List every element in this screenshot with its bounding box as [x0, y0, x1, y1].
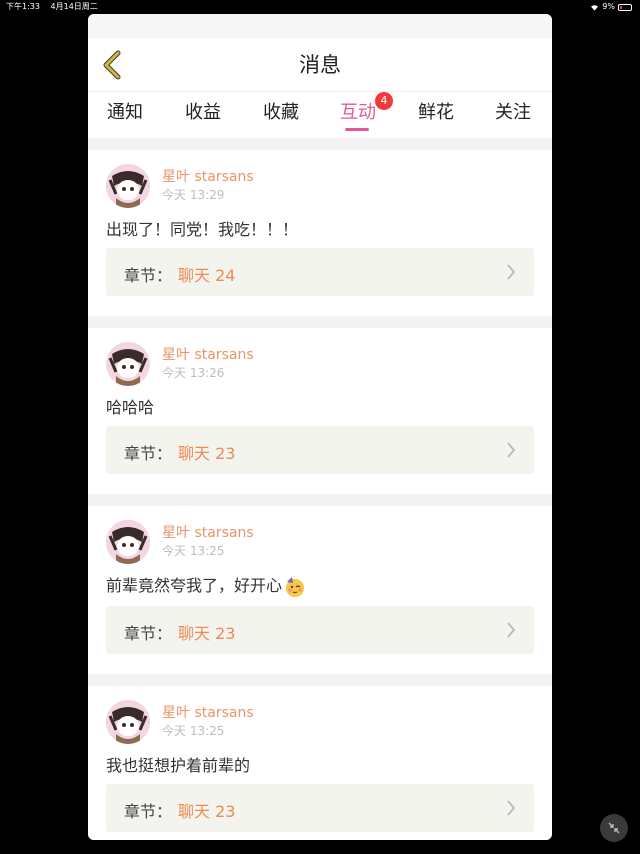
username[interactable]: 星叶 starsans	[162, 344, 254, 364]
tab-interactions[interactable]: 互动	[340, 98, 376, 124]
chapter-label: 章节：	[124, 444, 173, 463]
username[interactable]: 星叶 starsans	[162, 702, 254, 722]
partying-face-emoji-icon	[286, 576, 305, 597]
messages-modal: 消息 通知 收益 收藏 互动 4 鲜花 关注 星叶 starsans 今天 13…	[88, 14, 552, 840]
message-text: 出现了！同党！我吃！！！	[106, 220, 299, 239]
avatar[interactable]	[106, 342, 150, 386]
chapter-link[interactable]: 章节： 聊天 24	[106, 248, 534, 296]
chevron-right-icon	[507, 800, 516, 816]
avatar[interactable]	[106, 520, 150, 564]
message-text: 哈哈哈	[106, 398, 155, 417]
timestamp: 今天 13:25	[162, 724, 225, 738]
username[interactable]: 星叶 starsans	[162, 522, 254, 542]
interactions-badge: 4	[375, 92, 393, 110]
modal-top-gap	[88, 14, 552, 38]
tab-notifications[interactable]: 通知	[107, 98, 143, 124]
status-right: 9%	[590, 0, 632, 14]
status-date: 4月14日周二	[50, 2, 98, 11]
message-card: 星叶 starsans 今天 13:25 我也挺想护着前辈的 章节： 聊天 23	[88, 686, 552, 840]
section-divider	[88, 316, 552, 328]
avatar-image	[106, 342, 150, 386]
tab-bar: 通知 收益 收藏 互动 4 鲜花 关注	[88, 92, 552, 138]
avatar-image	[106, 520, 150, 564]
tab-favorites[interactable]: 收藏	[263, 98, 299, 124]
message-text-row: 前辈竟然夸我了，好开心	[106, 572, 306, 598]
section-divider	[88, 674, 552, 686]
message-card: 星叶 starsans 今天 13:29 出现了！同党！我吃！！！ 章节： 聊天…	[88, 150, 552, 316]
tab-earnings[interactable]: 收益	[185, 98, 221, 124]
tab-following[interactable]: 关注	[495, 98, 531, 124]
avatar[interactable]	[106, 700, 150, 744]
chapter-link[interactable]: 章节： 聊天 23	[106, 426, 534, 474]
collapse-arrows-icon	[608, 822, 620, 834]
chapter-name: 聊天 23	[178, 624, 236, 643]
timestamp: 今天 13:26	[162, 366, 225, 380]
tab-flowers[interactable]: 鲜花	[418, 98, 454, 124]
status-time: 下午1:33	[6, 2, 40, 11]
section-divider	[88, 138, 552, 150]
page-title: 消息	[299, 53, 341, 77]
battery-percent: 9%	[602, 2, 615, 11]
status-bar: 下午1:33 4月14日周二 9%	[0, 0, 640, 14]
chevron-right-icon	[507, 622, 516, 638]
timestamp: 今天 13:29	[162, 188, 225, 202]
chapter-label: 章节：	[124, 802, 173, 821]
chevron-right-icon	[507, 264, 516, 280]
username[interactable]: 星叶 starsans	[162, 166, 254, 186]
chapter-label: 章节：	[124, 624, 173, 643]
chapter-name: 聊天 24	[178, 266, 236, 285]
chapter-link[interactable]: 章节： 聊天 23	[106, 606, 534, 654]
active-tab-underline	[345, 128, 369, 131]
nav-bar: 消息	[88, 38, 552, 92]
message-card: 星叶 starsans 今天 13:26 哈哈哈 章节： 聊天 23	[88, 328, 552, 494]
avatar-image	[106, 164, 150, 208]
collapse-button[interactable]	[600, 814, 628, 842]
wifi-icon	[591, 4, 599, 11]
chevron-right-icon	[507, 442, 516, 458]
avatar-image	[106, 700, 150, 744]
chapter-name: 聊天 23	[178, 444, 236, 463]
status-time-date: 下午1:33 4月14日周二	[6, 0, 98, 14]
message-card: 星叶 starsans 今天 13:25 前辈竟然夸我了，好开心 章节： 聊天 …	[88, 506, 552, 674]
avatar[interactable]	[106, 164, 150, 208]
chapter-link[interactable]: 章节： 聊天 23	[106, 784, 534, 832]
chapter-name: 聊天 23	[178, 802, 236, 821]
message-text: 前辈竟然夸我了，好开心	[106, 576, 283, 595]
section-divider	[88, 494, 552, 506]
chapter-label: 章节：	[124, 266, 173, 285]
battery-icon	[618, 3, 632, 11]
message-text: 我也挺想护着前辈的	[106, 756, 251, 775]
timestamp: 今天 13:25	[162, 544, 225, 558]
